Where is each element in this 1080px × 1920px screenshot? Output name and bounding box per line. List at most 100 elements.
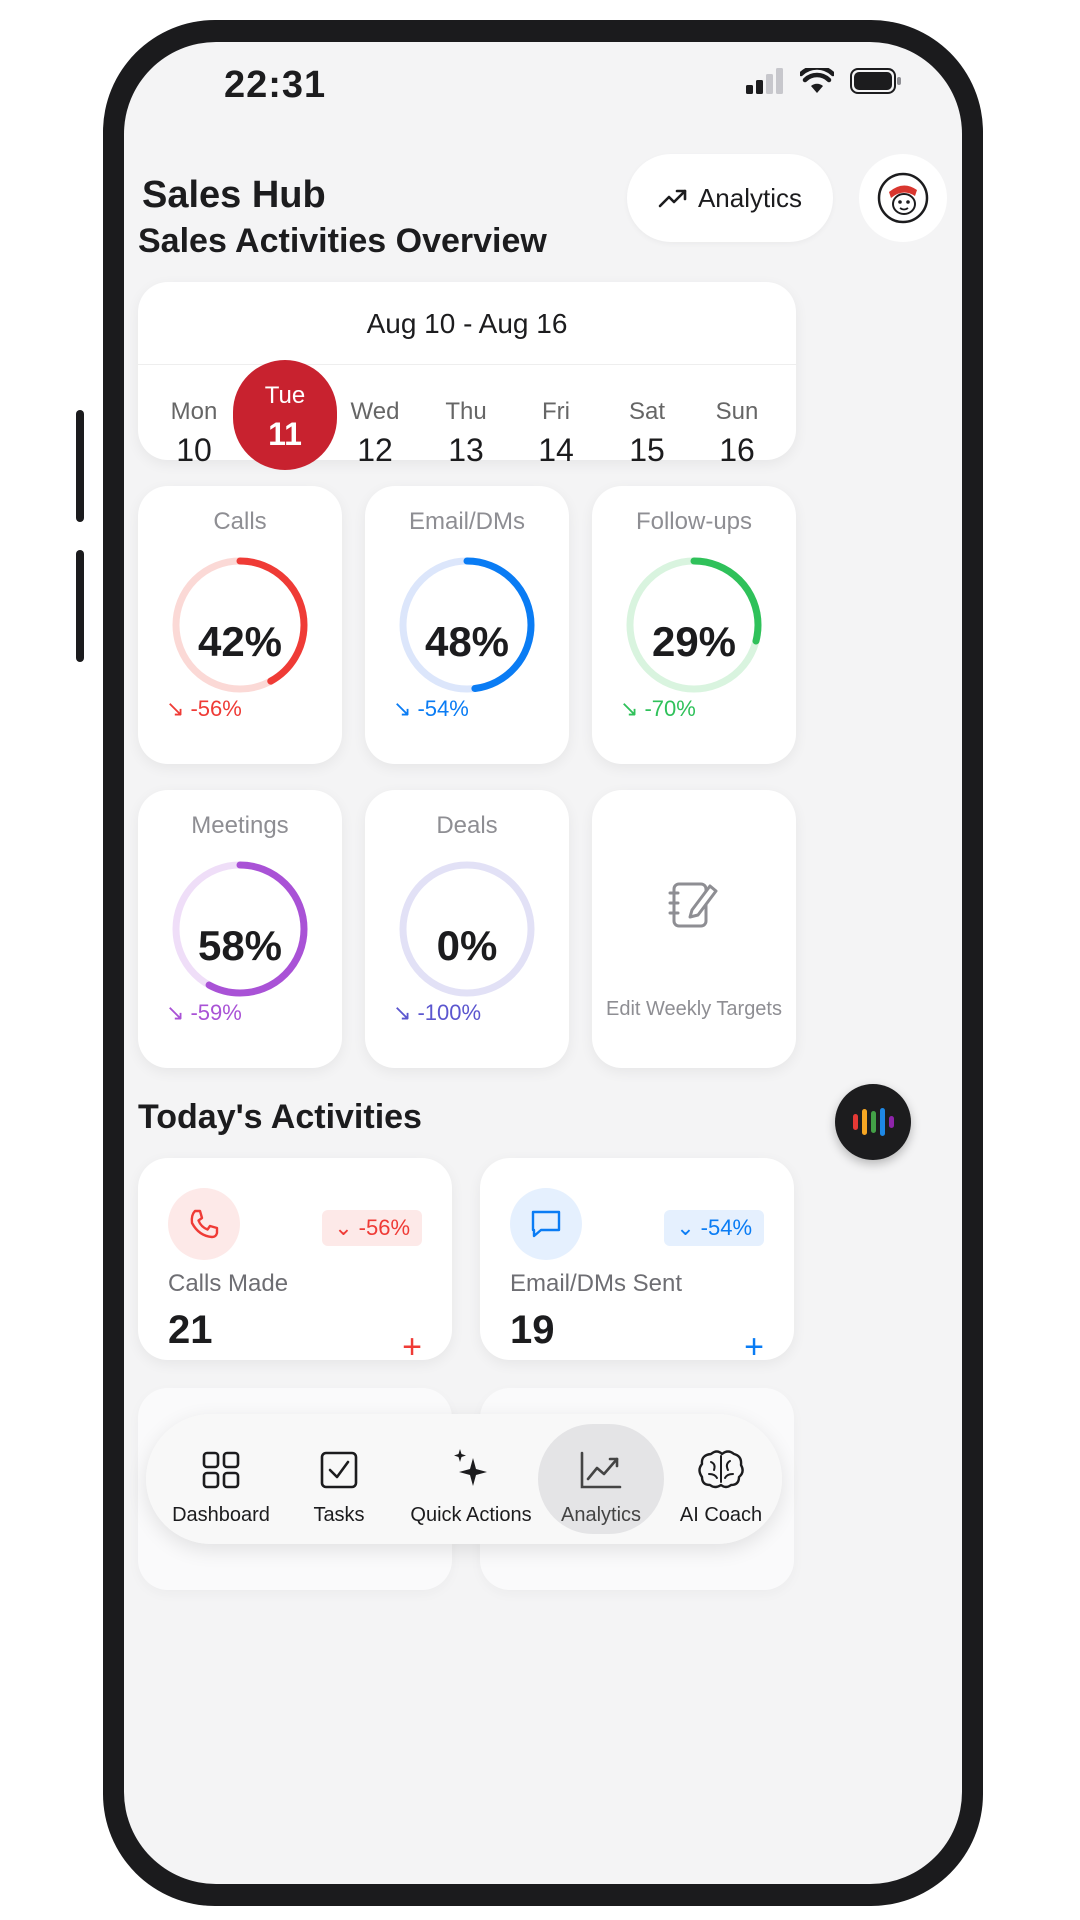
day-number: 13 [448, 432, 484, 468]
day-tue[interactable]: Tue 11 [233, 360, 337, 470]
tab-ai-coach[interactable]: AI Coach [671, 1414, 771, 1544]
delta-value: -56% [190, 696, 242, 721]
arrow-down-right-icon: ↘ [393, 696, 412, 721]
day-number: 10 [176, 432, 212, 468]
metric-card-meetings[interactable]: Meetings 58% ↘ -59% [138, 790, 342, 1068]
day-name: Thu [445, 398, 487, 425]
status-icons [746, 68, 902, 94]
metric-title: Meetings [191, 812, 289, 839]
checkbox-icon [294, 1430, 384, 1490]
tab-label: Analytics [560, 1504, 642, 1526]
avatar[interactable] [859, 154, 947, 242]
badge-value: -54% [700, 1215, 752, 1240]
voice-assistant-button[interactable] [835, 1084, 911, 1160]
metric-title: Calls [213, 508, 267, 535]
day-number: 12 [357, 432, 393, 468]
voice-bar [861, 1109, 867, 1135]
activity-label: Email/DMs Sent [510, 1270, 683, 1297]
metric-title: Deals [436, 812, 498, 839]
add-email-button[interactable]: + [744, 1328, 764, 1367]
day-mon[interactable]: Mon 10 [142, 376, 246, 486]
metric-percent: 58% [197, 922, 283, 969]
chevron-down-icon: ⌄ [334, 1215, 353, 1240]
status-time: 22:31 [224, 64, 327, 106]
metric-title: Email/DMs [408, 508, 525, 535]
day-number: 14 [538, 432, 574, 468]
delta-value: -59% [190, 1000, 242, 1025]
phone-icon [190, 1209, 219, 1239]
day-name: Wed [350, 398, 400, 425]
metric-card-deals[interactable]: Deals 0% ↘ -100% [365, 790, 569, 1068]
analytics-button[interactable]: Analytics [627, 154, 833, 242]
tab-tasks[interactable]: Tasks [294, 1414, 384, 1544]
voice-bar [888, 1116, 894, 1128]
selected-day-indicator [233, 360, 337, 470]
activity-label: Calls Made [168, 1270, 289, 1297]
add-call-button[interactable]: + [402, 1328, 422, 1367]
tab-analytics[interactable]: Analytics [538, 1414, 664, 1544]
tab-quick-actions[interactable]: Quick Actions [406, 1414, 536, 1544]
metric-card-email-dms[interactable]: Email/DMs 48% ↘ -54% [365, 486, 569, 764]
week-selector-card: Aug 10 - Aug 16 Mon 10 Tue 11 Wed 12 Thu… [138, 282, 796, 470]
voice-bar [852, 1114, 858, 1130]
trend-up-icon [658, 189, 687, 208]
tab-label: AI Coach [679, 1504, 763, 1526]
tab-label: Quick Actions [410, 1504, 532, 1526]
app-screen: 22:31 Sales Hub Analytics Sales Activiti… [124, 42, 962, 1884]
metric-card-calls[interactable]: Calls 42% ↘ -56% [138, 486, 342, 764]
trend-chart-icon [538, 1430, 664, 1490]
activity-card-calls[interactable]: ⌄ -56% Calls Made 21 + [138, 1158, 452, 1366]
day-name: Tue [264, 382, 306, 409]
arrow-down-right-icon: ↘ [620, 696, 639, 721]
day-name: Sun [715, 398, 759, 425]
metric-delta: ↘ -70% [620, 696, 696, 722]
day-sat[interactable]: Sat 15 [595, 376, 699, 486]
battery-icon [850, 68, 901, 94]
cellular-signal-icon [746, 68, 783, 94]
metric-title: Follow-ups [635, 508, 753, 535]
chevron-down-icon: ⌄ [676, 1215, 695, 1240]
today-title: Today's Activities [138, 1098, 422, 1136]
day-number: 15 [629, 432, 665, 468]
activity-icon [510, 1188, 582, 1260]
change-badge: ⌄ -56% [322, 1210, 422, 1246]
delta-value: -54% [417, 696, 469, 721]
week-range[interactable]: Aug 10 - Aug 16 [138, 308, 796, 340]
voice-bar [879, 1108, 885, 1136]
metric-delta: ↘ -100% [393, 1000, 481, 1026]
arrow-down-right-icon: ↘ [166, 696, 185, 721]
edit-weekly-targets-button[interactable]: Edit Weekly Targets [592, 790, 796, 1068]
day-thu[interactable]: Thu 13 [414, 376, 518, 486]
analytics-button-label: Analytics [697, 182, 803, 213]
tab-dashboard[interactable]: Dashboard [166, 1414, 276, 1544]
voice-bar [870, 1111, 876, 1133]
activity-card-email-dms[interactable]: ⌄ -54% Email/DMs Sent 19 + [480, 1158, 794, 1366]
mascot-avatar-icon [877, 172, 929, 224]
volume-down-button [76, 550, 84, 662]
day-number: 16 [719, 432, 755, 468]
metric-percent: 29% [651, 618, 737, 665]
notebook-edit-icon [668, 882, 718, 928]
day-name: Sat [628, 398, 666, 425]
metric-percent: 0% [436, 922, 498, 969]
volume-up-button [76, 410, 84, 522]
day-number: 11 [268, 416, 302, 452]
brain-icon [671, 1430, 771, 1490]
day-wed[interactable]: Wed 12 [323, 376, 427, 486]
delta-value: -100% [417, 1000, 482, 1025]
arrow-down-right-icon: ↘ [166, 1000, 185, 1025]
activity-icon [168, 1188, 240, 1260]
day-sun[interactable]: Sun 16 [685, 376, 789, 486]
overview-title: Sales Activities Overview [138, 222, 547, 260]
day-name: Mon [170, 398, 218, 425]
day-name: Fri [542, 398, 570, 425]
metric-percent: 42% [197, 618, 283, 665]
tab-bar: Dashboard Tasks Quick Actions Analytics … [146, 1414, 782, 1544]
page-title: Sales Hub [142, 174, 326, 216]
metric-card-follow-ups[interactable]: Follow-ups 29% ↘ -70% [592, 486, 796, 764]
metric-delta: ↘ -54% [393, 696, 469, 722]
day-fri[interactable]: Fri 14 [504, 376, 608, 486]
sparkles-icon [406, 1430, 536, 1490]
tab-label: Tasks [313, 1504, 365, 1526]
delta-value: -70% [644, 696, 696, 721]
